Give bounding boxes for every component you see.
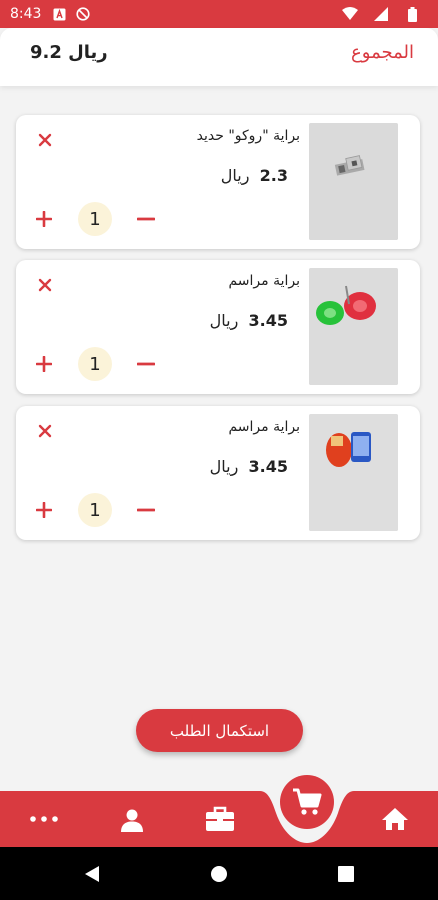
product-price: 3.45 ريال [210, 311, 288, 330]
nav-orders-button[interactable] [200, 804, 240, 834]
plus-icon [36, 211, 52, 227]
close-icon [38, 278, 52, 292]
nav-profile-button[interactable] [114, 805, 150, 835]
back-icon [85, 866, 99, 882]
minus-icon [137, 508, 155, 512]
product-image [309, 268, 398, 385]
product-image [309, 414, 398, 531]
increase-quantity-button[interactable] [32, 207, 56, 231]
status-time: 8:43 [10, 6, 42, 22]
more-icon [30, 816, 58, 822]
decrease-quantity-button[interactable] [134, 498, 158, 522]
minus-icon [137, 217, 155, 221]
remove-item-button[interactable] [34, 274, 56, 296]
decrease-quantity-button[interactable] [134, 352, 158, 376]
system-recents-button[interactable] [336, 864, 356, 884]
quantity-value: 1 [78, 202, 112, 236]
increase-quantity-button[interactable] [32, 498, 56, 522]
plus-icon [36, 502, 52, 518]
price-value: 3.45 [248, 457, 288, 476]
system-back-button[interactable] [82, 864, 102, 884]
notification-icon [51, 6, 67, 22]
price-currency: ريال [220, 166, 250, 185]
close-icon [38, 424, 52, 438]
status-bar: 8:43 [0, 0, 438, 28]
checkout-button[interactable]: استكمال الطلب [136, 709, 303, 752]
nav-more-button[interactable] [24, 805, 64, 833]
cart-icon [293, 788, 322, 815]
remove-item-button[interactable] [34, 129, 56, 151]
product-price: 2.3 ريال [221, 166, 288, 185]
product-image [309, 123, 398, 240]
product-name: براية "روكو" حديد [196, 128, 300, 144]
nav-cart-button[interactable] [280, 775, 334, 829]
price-currency: ريال [209, 311, 239, 330]
price-value: 2.3 [259, 166, 288, 185]
quantity-value: 1 [78, 493, 112, 527]
cart-item: براية "روكو" حديد 2.3 ريال 1 [16, 115, 420, 249]
home-icon [382, 808, 408, 830]
product-name: براية مراسم [228, 273, 300, 289]
square-icon [338, 866, 354, 882]
price-value: 3.45 [248, 311, 288, 330]
nav-home-button[interactable] [376, 804, 414, 834]
quantity-value: 1 [78, 347, 112, 381]
cart-header: 9.2 ريال المجموع [0, 28, 438, 86]
briefcase-icon [206, 806, 234, 831]
decrease-quantity-button[interactable] [134, 207, 158, 231]
cart-total-label: المجموع [351, 42, 414, 63]
product-price: 3.45 ريال [210, 457, 288, 476]
system-home-button[interactable] [209, 864, 229, 884]
cart-item: براية مراسم 3.45 ريال 1 [16, 406, 420, 540]
battery-icon [404, 6, 420, 22]
close-icon [38, 133, 52, 147]
plus-icon [36, 356, 52, 372]
minus-icon [137, 362, 155, 366]
cart-total-value: 9.2 ريال [30, 42, 108, 63]
signal-icon [373, 6, 389, 22]
profile-icon [121, 809, 143, 832]
product-name: براية مراسم [228, 419, 300, 435]
wifi-icon [342, 6, 358, 22]
dnd-icon [75, 6, 91, 22]
circle-icon [211, 866, 227, 882]
price-currency: ريال [209, 457, 239, 476]
cart-item: براية مراسم 3.45 ريال 1 [16, 260, 420, 394]
increase-quantity-button[interactable] [32, 352, 56, 376]
bottom-navigation [0, 791, 438, 847]
system-navigation-bar [0, 847, 438, 900]
remove-item-button[interactable] [34, 420, 56, 442]
